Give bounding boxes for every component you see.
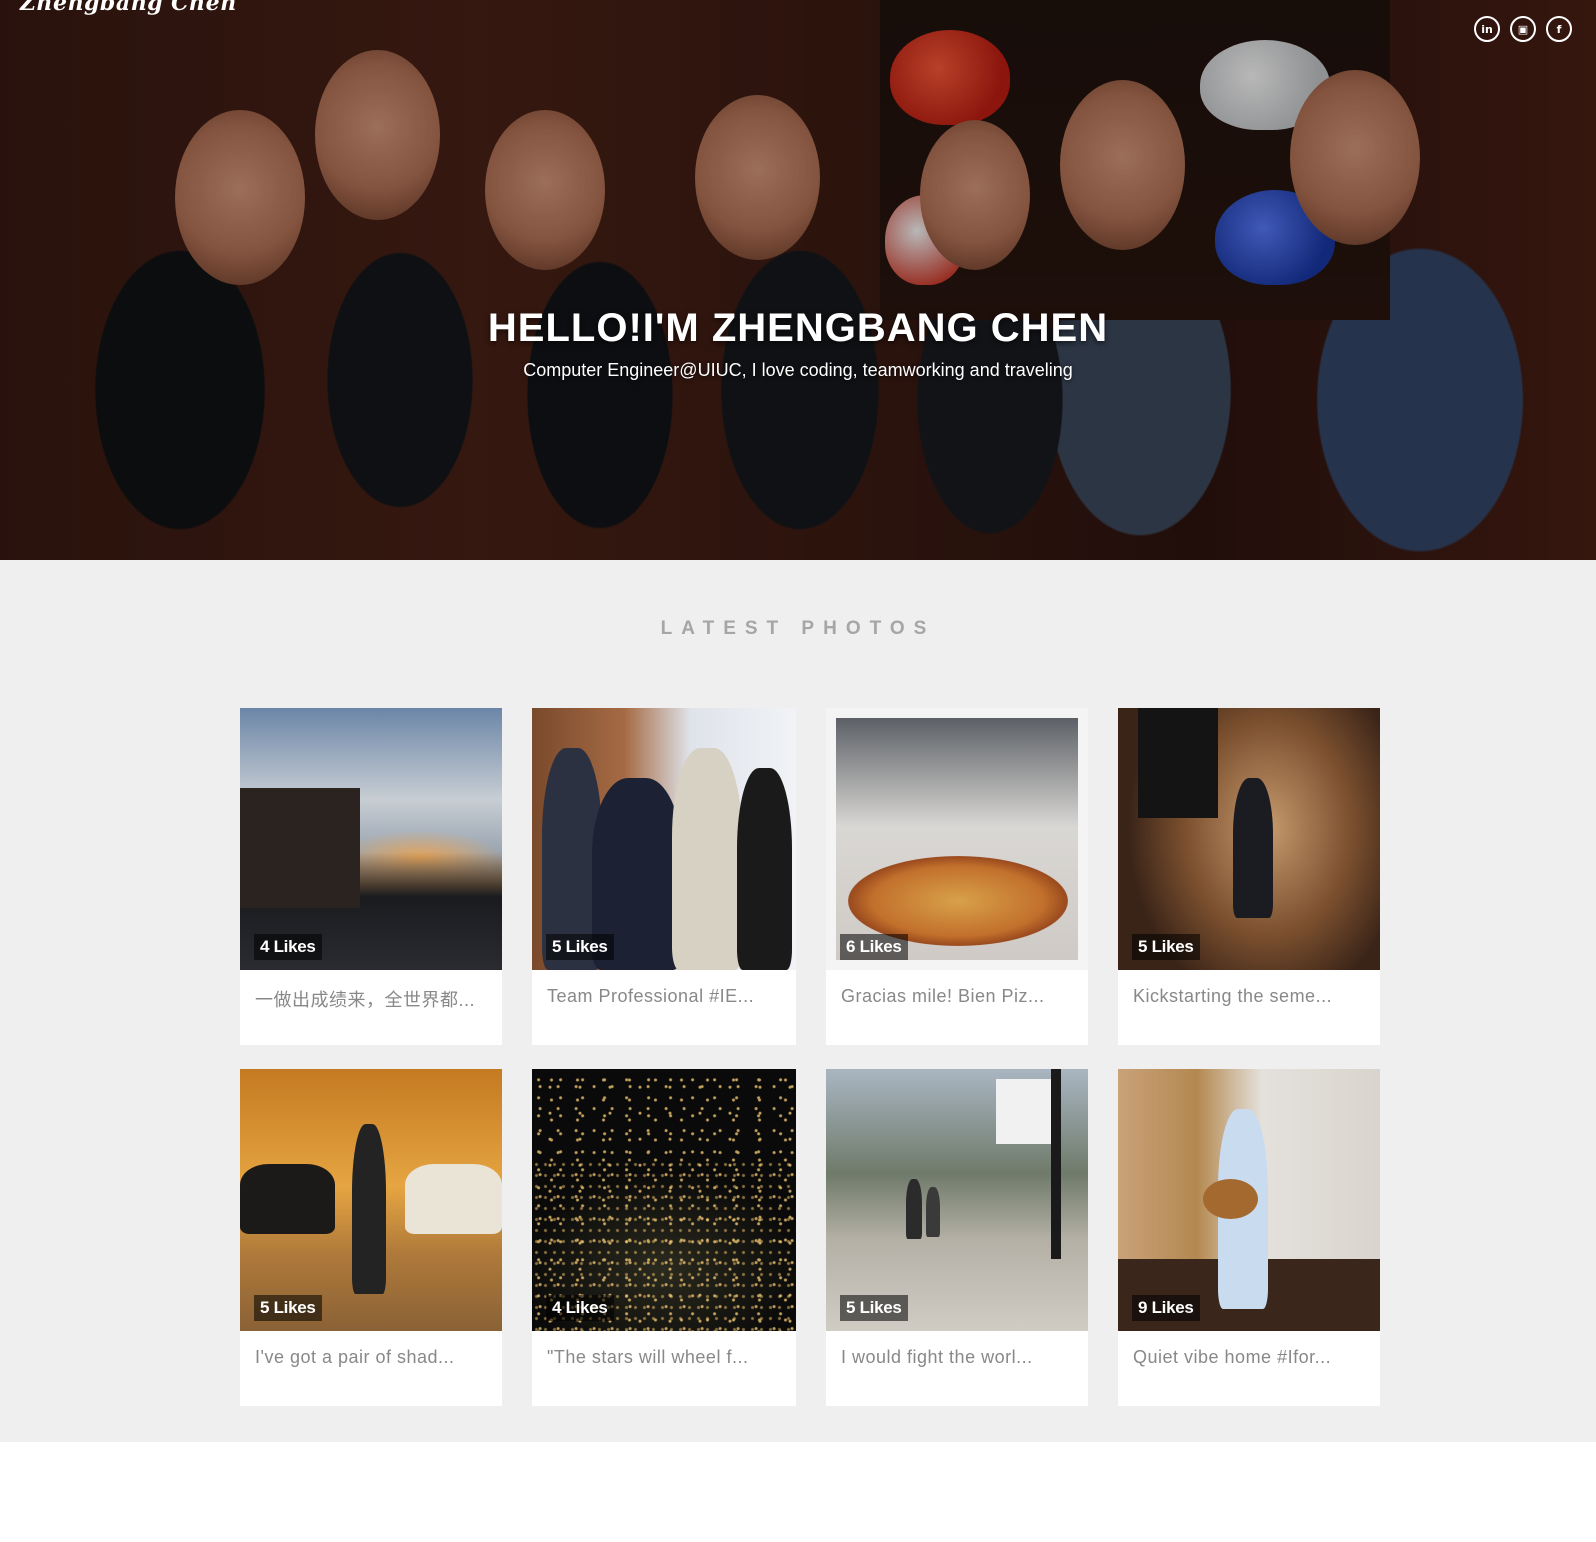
photo-image[interactable]: 4 Likes — [240, 708, 502, 970]
photo-image[interactable]: 5 Likes — [240, 1069, 502, 1331]
photo-image[interactable]: 5 Likes — [1118, 708, 1380, 970]
guitar — [1203, 1179, 1258, 1219]
hero-title: HELLO!I'M ZHENGBANG CHEN — [487, 306, 1109, 350]
photo-card[interactable]: 5 Likes Team Professional #IE... — [532, 708, 796, 1045]
pepsico-sign — [996, 1079, 1056, 1144]
photo-caption: 一做出成绩来，全世界都... — [255, 990, 476, 1010]
car — [240, 1164, 335, 1234]
person — [906, 1179, 922, 1239]
person — [672, 748, 742, 970]
photo-card[interactable]: 5 Likes I would fight the worl... — [826, 1069, 1088, 1406]
instagram-icon[interactable]: ▣ — [1510, 16, 1536, 42]
social-links: in ▣ f — [1474, 16, 1572, 42]
building — [240, 788, 360, 908]
linkedin-icon[interactable]: in — [1474, 16, 1500, 42]
photo-image[interactable]: 4 Likes — [532, 1069, 796, 1331]
photo-image[interactable]: 9 Likes — [1118, 1069, 1380, 1331]
photo-caption: Gracias mile! Bien Piz... — [841, 986, 1045, 1006]
likes-badge: 5 Likes — [840, 1295, 908, 1321]
hero-subtitle: Computer Engineer@UIUC, I love coding, t… — [523, 360, 1073, 380]
photo-caption: I would fight the worl... — [841, 1347, 1033, 1367]
photo-caption: Kickstarting the seme... — [1133, 986, 1333, 1006]
likes-badge: 4 Likes — [254, 934, 322, 960]
photo-caption: Quiet vibe home #Ifor... — [1133, 1347, 1332, 1367]
hero-overlay — [0, 0, 1596, 560]
photo-card[interactable]: 4 Likes "The stars will wheel f... — [532, 1069, 796, 1406]
photo-card[interactable]: 9 Likes Quiet vibe home #Ifor... — [1118, 1069, 1380, 1406]
section-title: LATEST PHOTOS — [660, 618, 936, 639]
photo-image[interactable]: 6 Likes — [826, 708, 1088, 970]
photo-card[interactable]: 5 Likes Kickstarting the seme... — [1118, 708, 1380, 1045]
latest-photos-section: LATEST PHOTOS 4 Likes 一做出成绩来，全世界都... 5 L… — [0, 560, 1596, 1442]
person — [926, 1187, 940, 1237]
photo-card[interactable]: 4 Likes 一做出成绩来，全世界都... — [240, 708, 502, 1045]
photo-image[interactable]: 5 Likes — [532, 708, 796, 970]
likes-badge: 5 Likes — [254, 1295, 322, 1321]
person — [352, 1124, 386, 1294]
lamp-post — [1051, 1069, 1061, 1259]
photo-caption: I've got a pair of shad... — [255, 1347, 455, 1367]
page-footer — [0, 1442, 1596, 1542]
photo-image[interactable]: 5 Likes — [826, 1069, 1088, 1331]
facebook-icon[interactable]: f — [1546, 16, 1572, 42]
softbox — [1138, 708, 1218, 818]
photo-caption: "The stars will wheel f... — [547, 1347, 749, 1367]
hero-banner: Zhengbang Chen in ▣ f HELLO!I'M ZHENGBAN… — [0, 0, 1596, 560]
likes-badge: 6 Likes — [840, 934, 908, 960]
car — [405, 1164, 502, 1234]
likes-badge: 5 Likes — [1132, 934, 1200, 960]
photo-caption: Team Professional #IE... — [547, 986, 755, 1006]
photo-card[interactable]: 6 Likes Gracias mile! Bien Piz... — [826, 708, 1088, 1045]
person — [737, 768, 792, 970]
pizza — [848, 856, 1068, 946]
city-lights — [532, 1069, 796, 1331]
brand-logo[interactable]: Zhengbang Chen — [20, 0, 237, 16]
likes-badge: 5 Likes — [546, 934, 614, 960]
likes-badge: 4 Likes — [546, 1295, 614, 1321]
likes-badge: 9 Likes — [1132, 1295, 1200, 1321]
person — [1233, 778, 1273, 918]
photo-card[interactable]: 5 Likes I've got a pair of shad... — [240, 1069, 502, 1406]
